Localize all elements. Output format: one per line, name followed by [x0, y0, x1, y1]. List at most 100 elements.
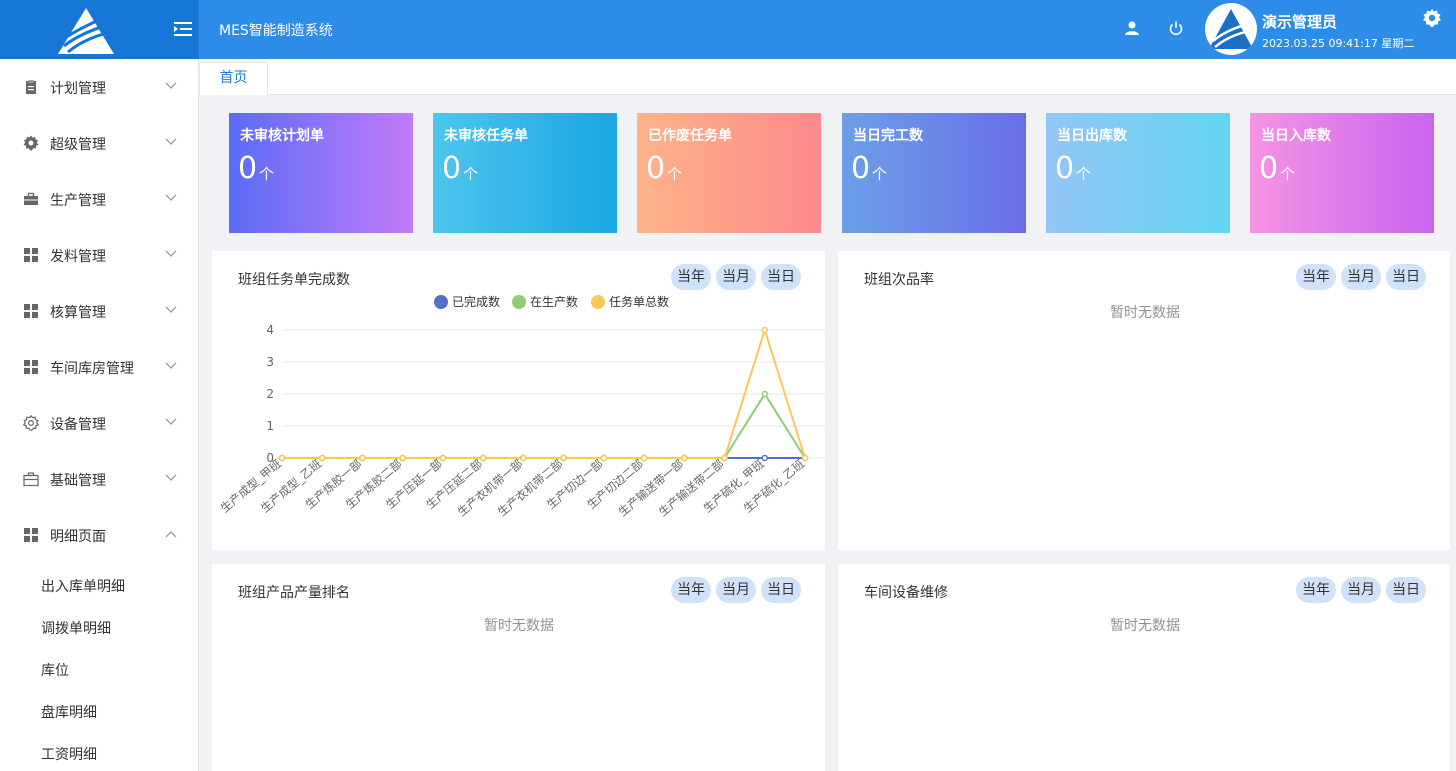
data-point: [278, 454, 286, 462]
sidebar-item-label: 发料管理: [50, 249, 106, 265]
legend-swatch: [591, 295, 605, 309]
sidebar-item-production[interactable]: 生产管理: [0, 171, 199, 227]
line-chart: 01234生产成型_甲班生产成型_乙班生产炼胶一部生产炼胶二部生产压延一部生产压…: [218, 294, 825, 519]
stat-card-voided-tasks[interactable]: 已作废任务单 0 个: [637, 113, 821, 233]
sidebar-item-warehouse[interactable]: 车间库房管理: [0, 339, 199, 395]
grid-icon: [24, 360, 38, 374]
settings-gear-icon[interactable]: [1422, 8, 1442, 28]
card-value: 0: [1259, 151, 1279, 186]
chevron-down-icon: [165, 194, 177, 201]
power-icon[interactable]: [1168, 20, 1184, 36]
legend-label: 任务单总数: [609, 294, 669, 309]
user-icon[interactable]: [1124, 20, 1140, 36]
sidebar-item-details[interactable]: 明细页面: [0, 507, 199, 563]
sidebar-subitem-transfer[interactable]: 调拨单明细: [0, 606, 199, 648]
data-point: [761, 326, 769, 334]
chevron-down-icon: [165, 138, 177, 145]
year-button[interactable]: 当年: [671, 577, 711, 603]
sidebar-item-plan[interactable]: 计划管理: [0, 59, 199, 115]
gear-icon: [23, 135, 39, 151]
y-tick-label: 3: [266, 355, 274, 369]
stat-card-daily-inbound[interactable]: 当日入库数 0 个: [1250, 113, 1434, 233]
sidebar-item-label: 车间库房管理: [50, 361, 134, 377]
month-button[interactable]: 当月: [716, 577, 756, 603]
logo-area: [0, 0, 199, 59]
sidebar-subitem-label: 库位: [41, 663, 69, 679]
card-title: 已作废任务单: [648, 128, 732, 144]
no-data-text: 暂时无数据: [1110, 618, 1180, 634]
clipboard-icon: [26, 80, 36, 94]
grid-icon: [24, 248, 38, 262]
chevron-down-icon: [165, 474, 177, 481]
card-unit: 个: [667, 165, 683, 183]
data-point: [520, 454, 527, 462]
briefcase-icon: [24, 192, 38, 205]
day-button[interactable]: 当日: [761, 577, 801, 603]
legend-swatch: [512, 295, 526, 309]
tab-home[interactable]: 首页: [199, 62, 268, 95]
year-button[interactable]: 当年: [1296, 577, 1336, 603]
sidebar-subitem-inout[interactable]: 出入库单明细: [0, 564, 199, 606]
sidebar-subitem-stocktake[interactable]: 盘库明细: [0, 690, 199, 732]
y-tick-label: 4: [266, 323, 274, 337]
data-point: [318, 454, 326, 462]
day-button[interactable]: 当日: [1386, 264, 1426, 290]
card-unit: 个: [1076, 165, 1092, 183]
datetime: 2023.03.25 09:41:17 星期二: [1262, 37, 1415, 50]
top-bar: MES智能制造系统 演示管理员 2023.03.25 09:41:17 星期二: [0, 0, 1456, 59]
panel-team-defect-rate: 班组次品率 当年 当月 当日 暂时无数据: [838, 251, 1450, 550]
sidebar-item-label: 超级管理: [50, 137, 106, 153]
logo: [58, 8, 115, 54]
panel-title: 班组产品产量排名: [238, 585, 350, 601]
stat-card-unreviewed-tasks[interactable]: 未审核任务单 0 个: [433, 113, 617, 233]
grid-icon: [24, 528, 38, 542]
panel-team-task-completion: 班组任务单完成数 当年 当月 当日 0 1 2 3 4 生产成型_甲班 生产成型_乙班 生产炼…: [212, 251, 825, 550]
sidebar-subitem-label: 盘库明细: [41, 705, 97, 721]
card-unit: 个: [259, 165, 275, 183]
panel-team-output-ranking: 班组产品产量排名 当年 当月 当日 暂时无数据: [212, 564, 825, 771]
chevron-up-icon: [165, 531, 177, 538]
chevron-down-icon: [165, 306, 177, 313]
card-value: 0: [442, 151, 462, 186]
data-point: [761, 390, 769, 398]
card-title: 当日入库数: [1261, 128, 1331, 144]
year-button[interactable]: 当年: [1296, 264, 1336, 290]
stat-card-daily-completed[interactable]: 当日完工数 0 个: [842, 113, 1026, 233]
data-point: [560, 454, 567, 462]
sidebar-item-label: 计划管理: [50, 81, 106, 97]
stat-card-daily-outbound[interactable]: 当日出库数 0 个: [1046, 113, 1230, 233]
card-value: 0: [238, 151, 258, 186]
card-unit: 个: [463, 165, 479, 183]
sidebar-subitem-label: 出入库单明细: [41, 579, 125, 595]
card-title: 当日出库数: [1057, 128, 1127, 144]
sidebar-item-super[interactable]: 超级管理: [0, 115, 199, 171]
day-button[interactable]: 当日: [1386, 577, 1426, 603]
sidebar-item-issue[interactable]: 发料管理: [0, 227, 199, 283]
sidebar-subitem-salary[interactable]: 工资明细: [0, 732, 199, 771]
sidebar-item-equipment[interactable]: 设备管理: [0, 395, 199, 451]
month-button[interactable]: 当月: [1341, 577, 1381, 603]
sidebar-subitem-location[interactable]: 库位: [0, 648, 199, 690]
data-point: [801, 454, 809, 462]
card-unit: 个: [1280, 165, 1296, 183]
suitcase-icon: [23, 472, 39, 487]
menu-toggle-icon[interactable]: [172, 19, 194, 39]
month-button[interactable]: 当月: [1341, 264, 1381, 290]
sidebar-item-basic[interactable]: 基础管理: [0, 451, 199, 507]
sidebar-item-label: 设备管理: [50, 417, 106, 433]
data-point: [439, 454, 447, 462]
stat-card-unreviewed-plans[interactable]: 未审核计划单 0 个: [229, 113, 413, 233]
sidebar-subitem-label: 工资明细: [41, 747, 97, 763]
y-tick-label: 2: [266, 387, 274, 401]
card-value: 0: [851, 151, 871, 186]
gear-outline-icon: [23, 415, 39, 431]
user-name: 演示管理员: [1262, 13, 1338, 31]
sidebar-item-accounting[interactable]: 核算管理: [0, 283, 199, 339]
card-title: 未审核计划单: [240, 128, 324, 144]
panel-equipment-repair: 车间设备维修 当年 当月 当日 暂时无数据: [838, 564, 1450, 771]
data-point: [479, 454, 487, 462]
app-title: MES智能制造系统: [219, 23, 333, 39]
data-point: [600, 454, 608, 462]
avatar[interactable]: [1205, 3, 1257, 55]
card-value: 0: [646, 151, 666, 186]
